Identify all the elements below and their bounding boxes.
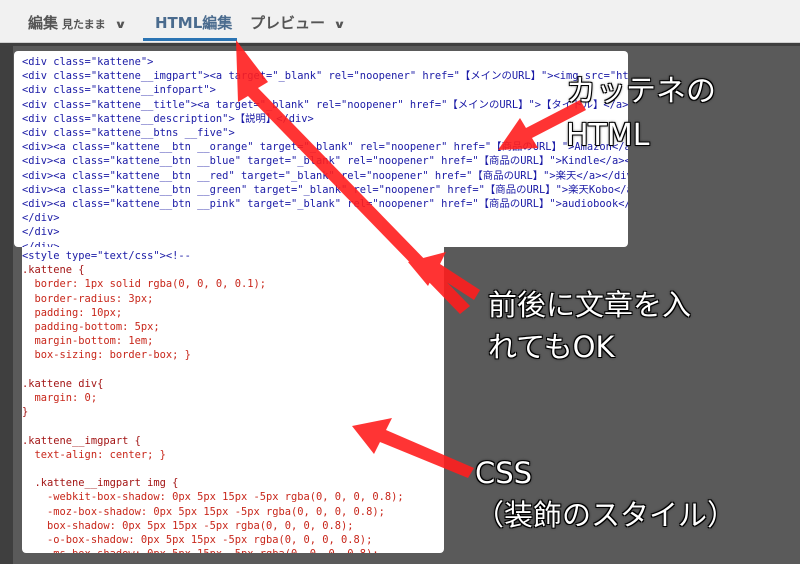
css-code-line: padding: 10px; [22, 306, 123, 319]
css-code-line: margin: 0; [22, 392, 98, 405]
html-code-line: <div><a class="kattene__btn __red" targe… [22, 169, 628, 182]
callout-css-line1: CSS [475, 456, 533, 490]
css-code-line: .kattene__imgpart { [22, 434, 141, 447]
html-code-line: <div class="kattene__infopart"> [22, 84, 216, 97]
callout-middle-line2: れてもOK [488, 330, 615, 364]
active-tab-indicator [143, 38, 237, 41]
html-code-line: </div> [22, 212, 60, 225]
html-code-panel[interactable]: <div class="kattene"> <div class="kattene… [14, 51, 628, 247]
html-code-line: <div><a class="kattene__btn __blue" targ… [22, 155, 628, 168]
css-code-line [22, 363, 404, 377]
css-code-line: border: 1px solid rgba(0, 0, 0, 0.1); [22, 278, 266, 291]
html-code-line: <div class="kattene__btns __five"> [22, 127, 235, 140]
tab-html-edit[interactable]: HTML編集 [155, 0, 232, 42]
callout-middle-label: 前後に文章を入 れてもOK [488, 284, 691, 368]
html-code-line: <div class="kattene__description">【説明】</… [22, 112, 314, 125]
html-code-line: </div> [22, 226, 60, 239]
css-code-line: box-sizing: border-box; } [22, 349, 191, 362]
css-code-line: text-align: center; } [22, 448, 166, 461]
css-code-line: -moz-box-shadow: 0px 5px 15px -5px rgba(… [22, 505, 385, 518]
html-code-line: </div> [22, 240, 60, 247]
css-code-line: -ms-box-shadow: 0px 5px 15px -5px rgba(0… [22, 547, 404, 553]
css-code-line: .kattene__imgpart img { [22, 477, 179, 490]
chevron-down-icon: ∨ [333, 18, 346, 31]
html-code-line: <div class="kattene__title"><a target="_… [22, 98, 628, 111]
html-code-block[interactable]: <div class="kattene"> <div class="kattene… [22, 55, 628, 247]
css-code-line: border-radius: 3px; [22, 292, 154, 305]
html-code-line: <div><a class="kattene__btn __green" tar… [22, 183, 628, 196]
html-code-line: <div class="kattene__imgpart"><a target=… [22, 70, 628, 83]
css-code-line: <style type="text/css"><!-- [22, 250, 191, 262]
css-code-line: padding-bottom: 5px; [22, 321, 160, 334]
css-code-block[interactable]: <style type="text/css"><!-- .kattene { bo… [22, 249, 404, 553]
callout-css-line2: （装飾のスタイル） [475, 498, 737, 532]
callout-html-line1: カッテネの [566, 74, 716, 109]
callout-html-line2: HTML [566, 118, 650, 153]
html-code-line: <div><a class="kattene__btn __orange" ta… [22, 141, 628, 154]
html-code-line: <div class="kattene"> [22, 56, 154, 68]
css-code-line [22, 419, 404, 433]
html-code-line: <div><a class="kattene__btn __pink" targ… [22, 198, 628, 211]
tab-visual-label: 編集 [28, 14, 59, 32]
tab-preview[interactable]: プレビュー ∨ [250, 0, 346, 42]
tab-visual-edit[interactable]: 編集 見たまま ∨ [28, 0, 126, 42]
css-code-line: -webkit-box-shadow: 0px 5px 15px -5px rg… [22, 491, 404, 504]
css-code-line: .kattene div{ [22, 377, 104, 390]
css-code-line: margin-bottom: 1em; [22, 335, 154, 348]
tab-visual-sublabel: 見たまま [62, 18, 106, 31]
callout-css-label: CSS （装飾のスタイル） [475, 452, 736, 536]
tab-html-label: HTML編集 [155, 14, 233, 32]
css-code-line: .kattene { [22, 264, 85, 277]
css-code-line [22, 462, 404, 476]
css-code-panel[interactable]: <style type="text/css"><!-- .kattene { bo… [22, 247, 444, 553]
tab-preview-label: プレビュー [250, 14, 326, 32]
callout-middle-line1: 前後に文章を入 [488, 288, 692, 322]
css-code-line: box-shadow: 0px 5px 15px -5px rgba(0, 0,… [22, 519, 354, 532]
css-code-line: } [22, 406, 29, 419]
callout-html-label: カッテネの HTML [566, 70, 716, 158]
chevron-down-icon: ∨ [113, 18, 127, 31]
css-code-line: -o-box-shadow: 0px 5px 15px -5px rgba(0,… [22, 534, 373, 547]
editor-mode-tabs: 編集 見たまま ∨ HTML編集 プレビュー ∨ [0, 0, 800, 43]
